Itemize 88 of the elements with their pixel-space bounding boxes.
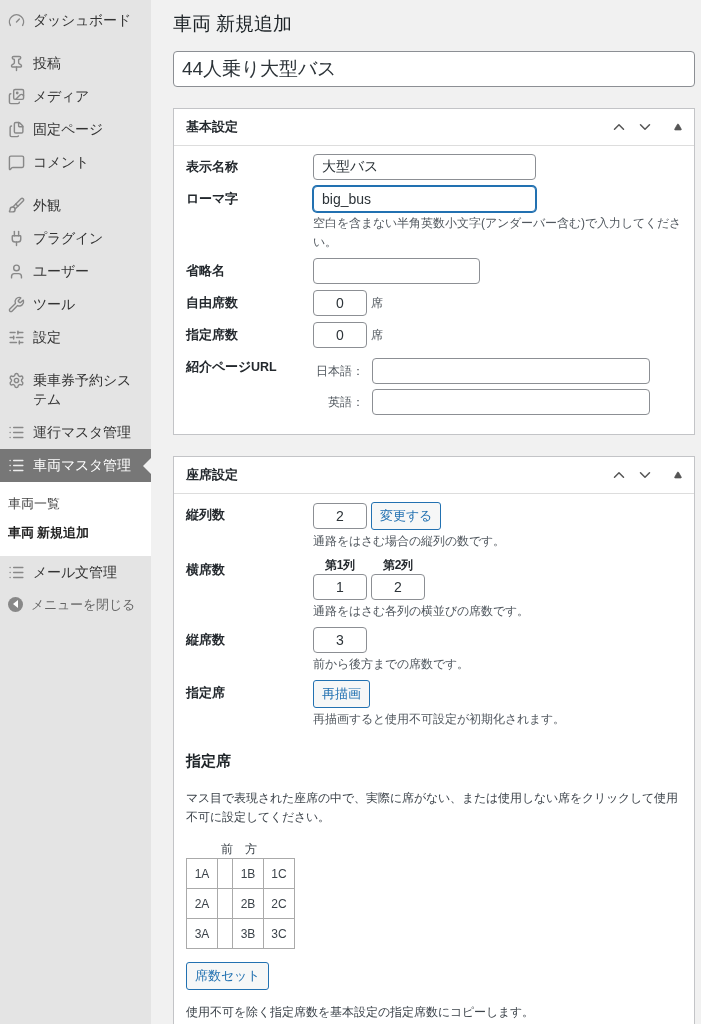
text-field[interactable] (313, 257, 480, 284)
menu-item[interactable]: プラグイン (0, 222, 151, 255)
number-field[interactable]: 3 (313, 626, 367, 653)
submenu-item[interactable]: 車両一覧 (0, 490, 151, 519)
title-field[interactable]: 44人乗り大型バス (173, 50, 695, 87)
set-seats-button[interactable]: 席数セット (186, 962, 269, 990)
comment-icon (8, 154, 25, 171)
field-label: 自由席数 (186, 294, 239, 312)
page-title: 車両 新規追加 (173, 12, 294, 36)
sliders-icon (8, 329, 25, 346)
collapse-toggle-icon[interactable] (674, 470, 682, 479)
menu-item[interactable]: メディア (0, 80, 151, 113)
hint-text: 通路をはさむ場合の縦列の数です。 (313, 532, 506, 550)
menu-item[interactable]: 運行マスタ管理 (0, 416, 151, 449)
field-label: 縦席数 (186, 631, 226, 649)
text-field[interactable]: big_bus (313, 185, 536, 212)
hint-text: 通路をはさむ各列の横並びの席数です。 (313, 602, 530, 620)
seat-cell[interactable]: 1B (232, 858, 264, 889)
text-field[interactable]: 大型バス (313, 153, 536, 180)
seat-cell[interactable]: 2A (186, 888, 218, 919)
collapse-toggle-icon[interactable] (674, 122, 682, 131)
field-label: 省略名 (186, 262, 226, 280)
number-field[interactable]: 2 (371, 573, 425, 600)
panel-title: 座席設定 (186, 465, 238, 484)
panel-title: 基本設定 (186, 117, 238, 136)
redraw-button[interactable]: 再描画 (313, 679, 370, 708)
menu-item[interactable]: メール文管理 (0, 555, 151, 589)
menu-item[interactable]: コメント (0, 146, 151, 179)
field-label: 英語： (327, 393, 365, 411)
unit-label: 席 (371, 326, 383, 344)
field-label: 縦列数 (186, 506, 226, 524)
gauge-icon (8, 12, 25, 29)
number-field[interactable]: 0 (313, 321, 367, 348)
hint-text: 再描画すると使用不可設定が初期化されます。 (313, 710, 566, 728)
menu-item[interactable]: ツール (0, 288, 151, 321)
number-field[interactable]: 2 (313, 502, 367, 529)
seat-cell[interactable]: 3C (263, 918, 295, 949)
menu-item[interactable]: 投稿 (0, 47, 151, 80)
field-label: ローマ字 (186, 190, 239, 208)
wrench-icon (8, 296, 25, 313)
user-icon (8, 263, 25, 280)
list-icon (8, 424, 25, 441)
url-field[interactable] (372, 388, 650, 415)
seat-cell[interactable]: 2B (232, 888, 264, 919)
seat-cell[interactable]: 3A (186, 918, 218, 949)
aisle-cell (217, 888, 233, 919)
hint-text: 空白を含まない半角英数小文字(アンダーバー含む)で入力してください。 (313, 214, 682, 251)
media-icon (8, 88, 25, 105)
description-text: マス目で表現された座席の中で、実際に席がない、または使用しない席をクリックして使用不可に設定してください。 (186, 790, 679, 826)
pointer-notch (143, 457, 151, 474)
menu-item[interactable]: ダッシュボード (0, 4, 151, 37)
seat-cell[interactable]: 2C (263, 888, 295, 919)
field-label: 指定席 (186, 684, 226, 702)
menu-item[interactable]: 固定ページ (0, 113, 151, 146)
hint-text: 前から後方までの席数です。 (313, 655, 470, 673)
submenu-item[interactable]: 車両 新規追加 (0, 518, 151, 548)
field-label: 日本語： (315, 362, 365, 380)
collapse-menu-button[interactable]: メニューを閉じる (0, 594, 151, 614)
field-label: 横席数 (186, 561, 226, 579)
aisle-cell (217, 858, 233, 889)
brush-icon (8, 197, 25, 214)
pages-icon (8, 121, 25, 138)
field-label: 指定席数 (186, 326, 239, 344)
column-header: 第1列 (324, 556, 356, 574)
number-field[interactable]: 0 (313, 289, 367, 316)
seat-cell[interactable]: 3B (232, 918, 264, 949)
seat-cell[interactable]: 1C (263, 858, 295, 889)
menu-item[interactable]: 乗車券予約システム (0, 364, 151, 416)
front-label: 前 方 (221, 841, 258, 858)
field-label: 表示名称 (186, 158, 239, 176)
aisle-cell (217, 918, 233, 949)
menu-item[interactable]: ユーザー (0, 255, 151, 288)
menu-item[interactable]: 外観 (0, 189, 151, 222)
pin-icon (8, 55, 25, 72)
seat-cell[interactable]: 1A (186, 858, 218, 889)
section-heading: 指定席 (186, 750, 232, 771)
column-header: 第2列 (382, 556, 414, 574)
list-icon (8, 457, 25, 474)
field-label: 紹介ページURL (186, 358, 278, 376)
change-button[interactable]: 変更する (371, 501, 441, 530)
number-field[interactable]: 1 (313, 573, 367, 600)
unit-label: 席 (371, 294, 383, 312)
url-field[interactable] (372, 357, 650, 384)
menu-item[interactable]: 設定 (0, 321, 151, 354)
note-text: 使用不可を除く指定席数を基本設定の指定席数にコピーします。 (186, 1004, 535, 1021)
gear-icon (8, 372, 25, 389)
collapse-icon (8, 596, 23, 612)
menu-item[interactable]: 車両マスタ管理 (0, 449, 151, 482)
